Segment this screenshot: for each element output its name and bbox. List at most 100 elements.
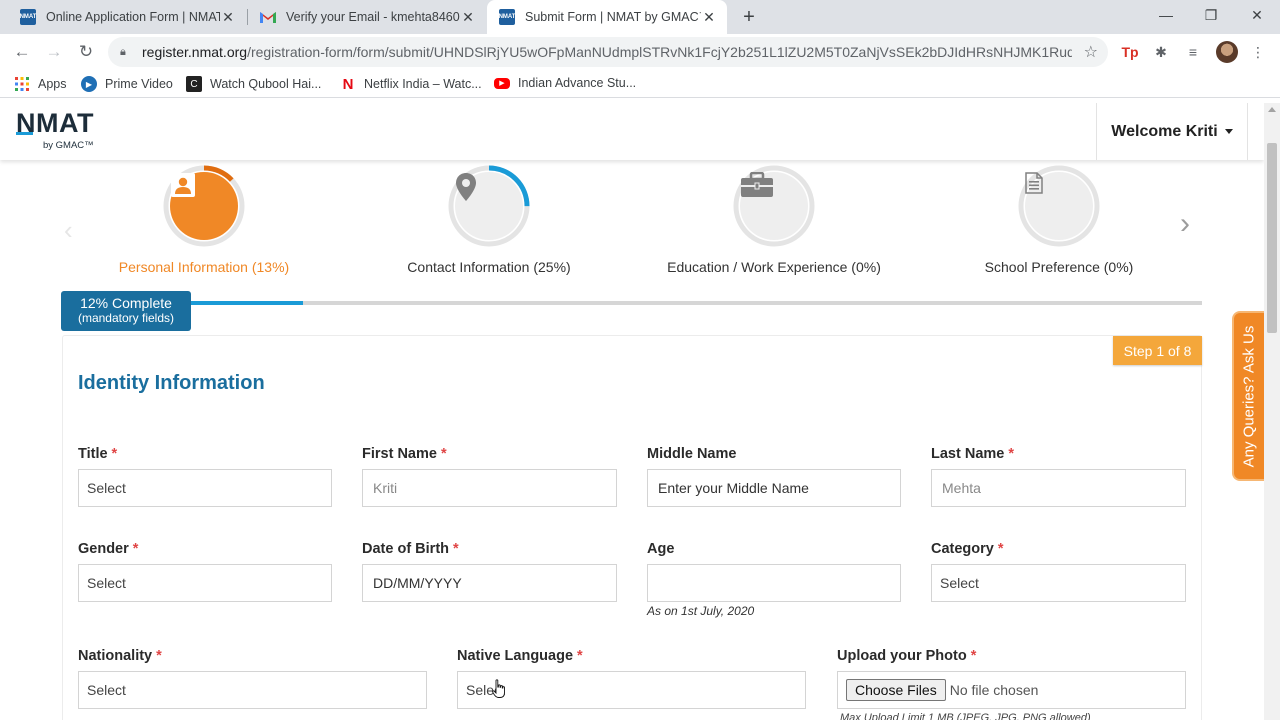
age-input[interactable] [647,564,901,602]
address-bar[interactable]: 🔒︎ register.nmat.org/registration-form/f… [108,37,1108,67]
url-host: register.nmat.org [142,44,248,60]
caret-down-icon [1224,129,1233,134]
field-label: Last Name [931,446,1005,462]
nmat-favicon: NMAT [20,9,36,25]
media-control-icon[interactable]: ≡ [1183,42,1203,62]
required-mark: * [156,648,162,664]
nationality-select[interactable]: Select [78,671,427,709]
minimize-window-button[interactable]: — [1154,4,1178,26]
prime-video-icon: ▶ [81,76,97,92]
field-label: Age [647,541,675,557]
ask-us-side-tab[interactable]: Any Queries? Ask Us [1232,311,1264,481]
title-field: Title * Select [78,446,332,507]
completion-progress: 12% Complete (mandatory fields) [60,291,1202,331]
first-name-field: First Name * Kriti [362,446,617,507]
progress-track [180,301,1202,305]
back-arrow-icon[interactable]: ← [10,40,34,64]
profile-avatar[interactable] [1216,41,1238,63]
required-mark: * [997,541,1004,557]
native-language-select[interactable]: Select [457,671,806,709]
browser-tab-submit-form[interactable]: NMAT Submit Form | NMAT by GMAC™ ✕ [487,0,727,34]
progress-subtext: (mandatory fields) [77,311,175,325]
last-name-input[interactable]: Mehta [931,469,1186,507]
field-label: Middle Name [647,446,737,462]
bookmark-qubool-hai[interactable]: C Watch Qubool Hai... [186,76,321,92]
first-name-input[interactable]: Kriti [362,469,617,507]
bookmark-star-icon[interactable]: ☆ [1084,42,1098,62]
step-contact-information[interactable]: Contact Information (25%) [349,165,629,275]
step-personal-information[interactable]: Personal Information (13%) [64,165,344,275]
logo-accent-bar [16,132,33,135]
carousel-next-icon[interactable]: › [1180,207,1190,241]
step-school-preference[interactable]: School Preference (0%) [919,165,1199,275]
close-window-button[interactable]: ✕ [1245,4,1269,26]
document-icon [1025,172,1043,194]
bookmark-label: Watch Qubool Hai... [210,77,322,91]
restore-window-button[interactable]: ❐ [1199,4,1223,26]
scrollbar-thumb[interactable] [1267,143,1277,333]
gender-field: Gender * Select [78,541,332,602]
category-select[interactable]: Select [931,564,1186,602]
date-of-birth-input[interactable]: DD/MM/YYYY [362,564,617,602]
gmail-favicon [260,9,276,25]
upload-limit-hint: Max Upload Limit 1 MB (JPEG, JPG, PNG al… [840,712,1091,720]
site-header: NMAT by GMAC™ Welcome Kriti [0,103,1264,160]
close-tab-icon[interactable]: ✕ [460,9,476,26]
scroll-up-arrow-icon[interactable] [1268,107,1276,112]
bookmark-label: Indian Advance Stu... [518,76,637,90]
last-name-field: Last Name * Mehta [931,446,1186,507]
step-education-work-experience[interactable]: Education / Work Experience (0%) [634,165,914,275]
bookmark-apps[interactable]: Apps [14,76,67,92]
web-page: NMAT by GMAC™ Welcome Kriti ‹ Personal I… [0,103,1264,720]
youtube-icon: ▶ [494,77,510,89]
channel-logo-icon: C [186,76,202,92]
tab-title: Online Application Form | NMAT [46,10,220,24]
user-menu[interactable]: Welcome Kriti [1096,103,1248,160]
upload-photo-field: Upload your Photo * Choose Files No file … [837,648,1186,709]
file-input: Choose Files No file chosen [837,671,1186,709]
lock-icon: 🔒︎ [120,45,126,58]
field-label: First Name [362,446,437,462]
close-tab-icon[interactable]: ✕ [220,9,236,26]
browser-toolbar: ← → ↻ 🔒︎ register.nmat.org/registration-… [0,34,1280,70]
browser-tab-verify-email[interactable]: Verify your Email - kmehta8460@ ✕ [248,0,486,34]
reload-icon[interactable]: ↻ [74,40,98,64]
bookmark-prime-video[interactable]: ▶ Prime Video [81,76,173,92]
choose-files-button[interactable]: Choose Files [846,679,946,701]
native-language-field: Native Language * Select [457,648,806,709]
progress-percent-text: 12% Complete [80,295,172,311]
required-mark: * [440,446,447,462]
bookmark-youtube[interactable]: ▶ Indian Advance Stu... [494,76,636,90]
middle-name-input[interactable]: Enter your Middle Name [647,469,901,507]
browser-tab-application-form[interactable]: NMAT Online Application Form | NMAT ✕ [8,0,246,34]
apps-grid-icon [14,76,30,92]
forward-arrow-icon[interactable]: → [42,40,66,64]
nationality-field: Nationality * Select [78,648,427,709]
required-mark: * [111,446,118,462]
required-mark: * [577,648,583,664]
nmat-favicon: NMAT [499,9,515,25]
extension-tp-icon[interactable]: Tp [1120,42,1140,62]
bookmark-label: Apps [38,77,67,91]
step-circle [1025,172,1093,240]
chrome-menu-icon[interactable]: ⋮ [1248,42,1268,62]
page-scrollbar[interactable] [1264,103,1280,720]
file-status: No file chosen [949,682,1039,698]
nmat-logo[interactable]: NMAT by GMAC™ [16,110,94,151]
title-select[interactable]: Select [78,469,332,507]
progress-fill [180,301,303,305]
new-tab-button[interactable]: + [738,6,760,28]
tab-title: Submit Form | NMAT by GMAC™ [525,10,701,24]
field-label: Upload your Photo [837,648,967,664]
extensions-puzzle-icon[interactable]: ✱ [1151,42,1171,62]
bookmark-netflix[interactable]: N Netflix India – Watc... [340,76,482,93]
gender-select[interactable]: Select [78,564,332,602]
briefcase-icon [741,172,773,197]
progress-badge: 12% Complete (mandatory fields) [61,291,191,331]
url-path: /registration-form/form/submit/UHNDSlRjY… [247,44,1072,60]
step-label: Education / Work Experience (0%) [667,259,881,275]
close-tab-icon[interactable]: ✕ [701,9,717,26]
step-circle [455,172,523,240]
field-label: Title [78,446,108,462]
required-mark: * [1008,446,1014,462]
